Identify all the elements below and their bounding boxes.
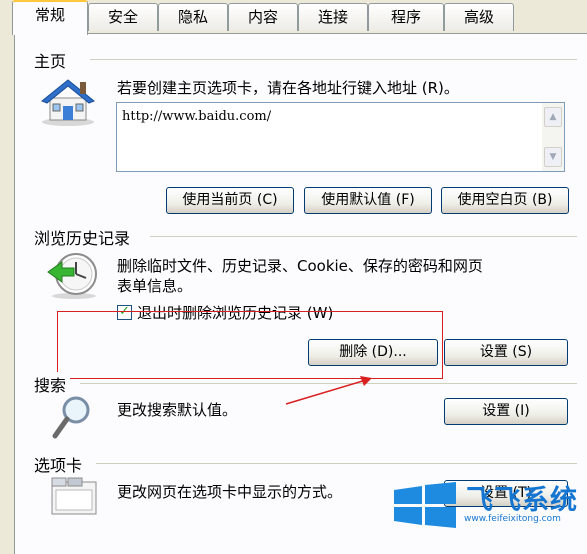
watermark-title: 飞飞系统 <box>466 485 578 516</box>
history-settings-button[interactable]: 设置 (S) <box>444 339 568 366</box>
homepage-section-title: 主页 <box>34 48 71 72</box>
search-section-title: 搜索 <box>34 372 71 396</box>
house-icon <box>41 79 95 126</box>
search-description: 更改搜索默认值。 <box>117 401 238 419</box>
tab-advanced[interactable]: 高级 <box>444 3 514 31</box>
delete-history-button[interactable]: 删除 (D)... <box>308 339 438 366</box>
tabs-divider <box>96 463 577 464</box>
tab-connections[interactable]: 连接 <box>298 3 368 31</box>
checkmark-icon: ✓ <box>119 304 130 319</box>
delete-on-exit-label[interactable]: 退出时删除浏览历史记录 (W) <box>137 303 333 323</box>
scroll-down-icon[interactable]: ▼ <box>544 147 562 167</box>
use-default-button[interactable]: 使用默认值 (F) <box>304 187 432 214</box>
site-watermark: 飞飞系统 www.feifeixitong.com <box>382 476 587 532</box>
magnifier-icon <box>52 396 90 439</box>
history-clock-icon <box>47 253 97 299</box>
tab-strip: 常规 安全 隐私 内容 连接 程序 高级 <box>0 0 587 35</box>
homepage-url-value: http://www.baidu.com/ <box>122 109 272 124</box>
use-blank-button[interactable]: 使用空白页 (B) <box>441 187 569 214</box>
homepage-divider <box>90 59 577 60</box>
tab-general[interactable]: 常规 <box>12 0 88 35</box>
history-section-title: 浏览历史记录 <box>34 225 135 249</box>
tab-programs[interactable]: 程序 <box>368 3 444 31</box>
tab-security[interactable]: 安全 <box>88 3 158 31</box>
homepage-url-textarea[interactable]: http://www.baidu.com/ ▲ ▼ <box>116 102 565 172</box>
scroll-up-icon[interactable]: ▲ <box>544 107 562 127</box>
tabs-window-icon <box>51 477 97 515</box>
history-description-line1: 删除临时文件、历史记录、Cookie、保存的密码和网页 <box>117 257 483 275</box>
tab-privacy[interactable]: 隐私 <box>158 3 228 31</box>
windows-logo-icon <box>394 482 456 528</box>
delete-on-exit-checkbox[interactable]: ✓ <box>117 305 132 320</box>
watermark-url: www.feifeixitong.com <box>464 514 561 524</box>
tab-content[interactable]: 内容 <box>228 3 298 31</box>
homepage-instruction: 若要创建主页选项卡，请在各地址行键入地址 (R)。 <box>117 79 459 97</box>
tabs-section-title: 选项卡 <box>34 452 87 476</box>
use-current-page-button[interactable]: 使用当前页 (C) <box>166 187 294 214</box>
annotation-arrow-icon <box>285 376 372 405</box>
tabs-description: 更改网页在选项卡中显示的方式。 <box>117 483 343 501</box>
search-settings-button[interactable]: 设置 (I) <box>444 398 568 425</box>
homepage-textarea-scrollbar[interactable]: ▲ ▼ <box>542 103 564 171</box>
history-divider <box>150 236 577 237</box>
history-description-line2: 表单信息。 <box>117 277 193 295</box>
